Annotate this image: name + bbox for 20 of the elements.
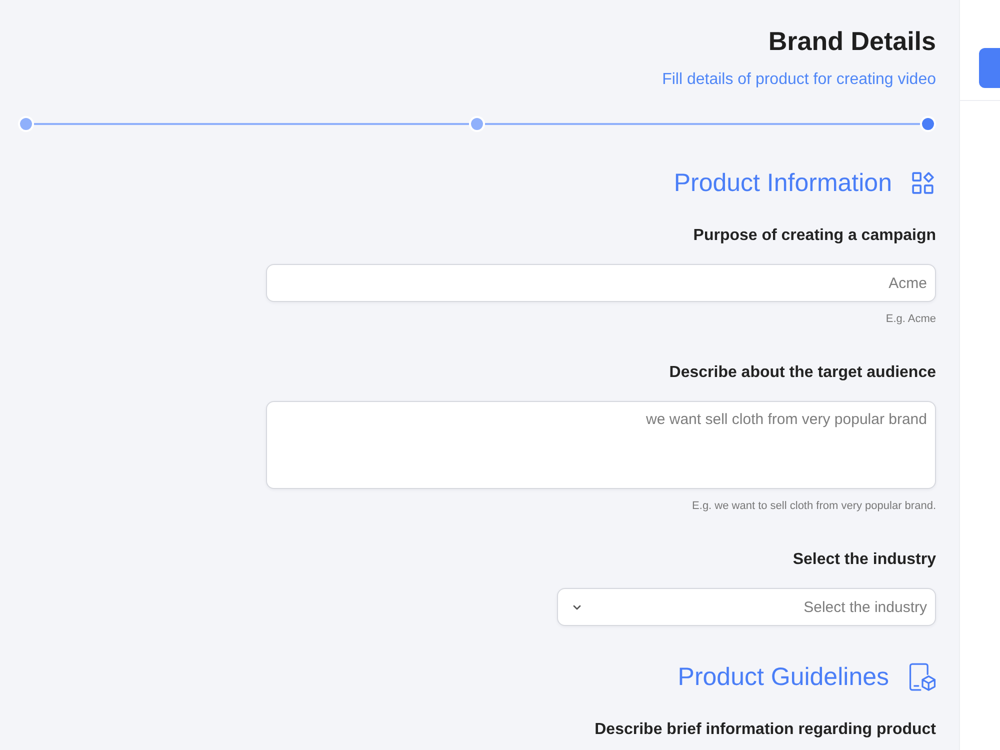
field-label: Purpose of creating a campaign <box>693 226 936 246</box>
page-title: Brand Details <box>768 26 936 56</box>
text-input[interactable]: Acme <box>266 264 936 302</box>
field-label: Select the industry <box>792 550 936 570</box>
chevron-down-icon <box>573 604 581 610</box>
section-title: Product Guidelines <box>678 662 889 692</box>
select-field[interactable]: Select the industry <box>557 588 936 626</box>
section-title: Product Information <box>674 168 892 198</box>
textarea-field[interactable]: we want sell cloth from very popular brand <box>266 401 936 489</box>
page-subtitle: Fill details of product for creating video <box>662 71 936 89</box>
field-hint: E.g. Acme <box>886 312 936 326</box>
grid-shapes-icon <box>912 172 934 194</box>
field-label: Describe brief information regarding product <box>594 720 936 740</box>
field-hint: E.g. we want to sell cloth from very popular brand. <box>692 499 936 513</box>
step-dot[interactable] <box>920 116 936 132</box>
step-dot[interactable] <box>18 116 34 132</box>
step-dot[interactable] <box>469 116 485 132</box>
tablet-cube-icon <box>909 663 936 691</box>
field-label: Describe about the target audience <box>669 363 936 383</box>
action-button[interactable] <box>979 48 1000 88</box>
